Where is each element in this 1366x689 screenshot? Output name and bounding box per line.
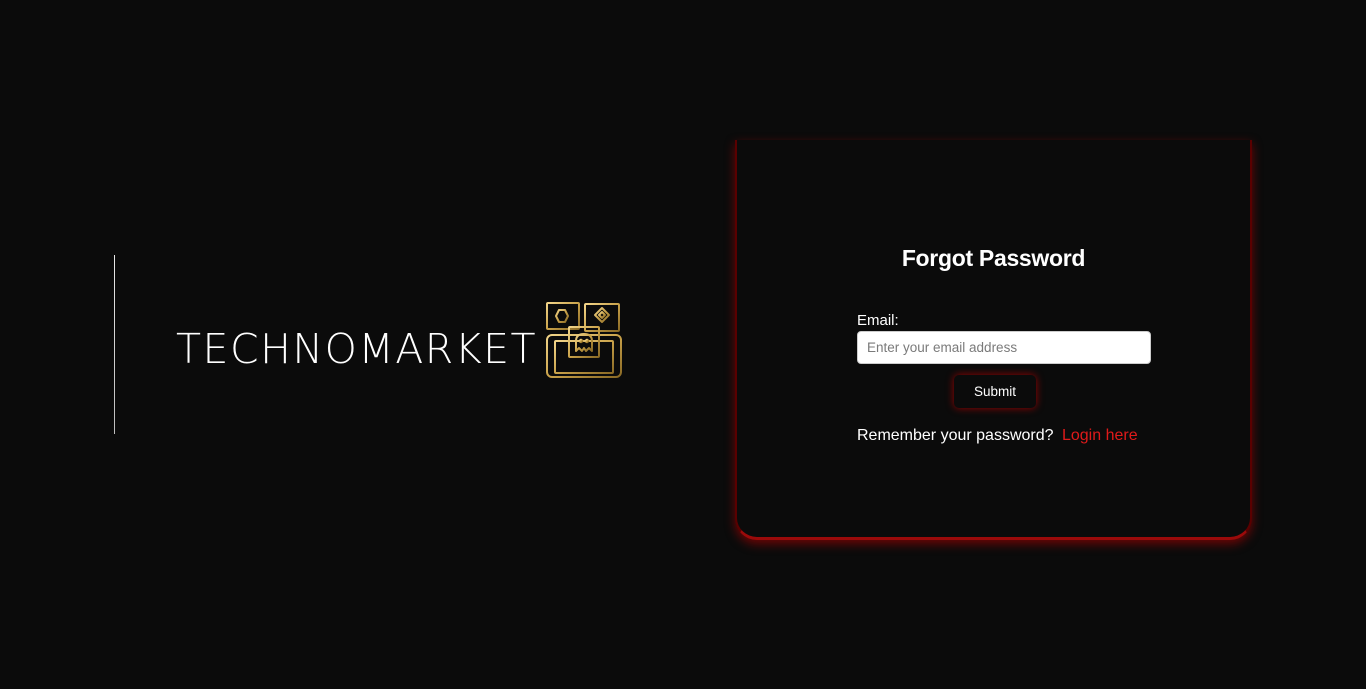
brand-divider-left bbox=[114, 255, 115, 434]
brand-name: TECHNOMARKET bbox=[176, 324, 538, 373]
email-label: Email: bbox=[857, 312, 899, 329]
page: TECHNOMARKET Forgot Password Email: Ente… bbox=[0, 0, 1366, 689]
remember-row: Remember your password? Login here bbox=[857, 427, 1153, 445]
forgot-password-card: Forgot Password Email: Submit Remember y… bbox=[735, 140, 1252, 540]
forgot-password-form: Email: Submit Remember your password? Lo… bbox=[857, 312, 1153, 445]
brand-panel: TECHNOMARKET bbox=[114, 255, 736, 434]
login-link[interactable]: Login here bbox=[1062, 427, 1138, 444]
page-title: Forgot Password bbox=[901, 245, 1086, 271]
game-devices-icon bbox=[546, 302, 623, 378]
email-field[interactable] bbox=[857, 331, 1151, 364]
brand-logo: TECHNOMARKET bbox=[176, 301, 623, 379]
remember-text: Remember your password? bbox=[857, 427, 1054, 444]
submit-button[interactable]: Submit bbox=[954, 375, 1036, 408]
